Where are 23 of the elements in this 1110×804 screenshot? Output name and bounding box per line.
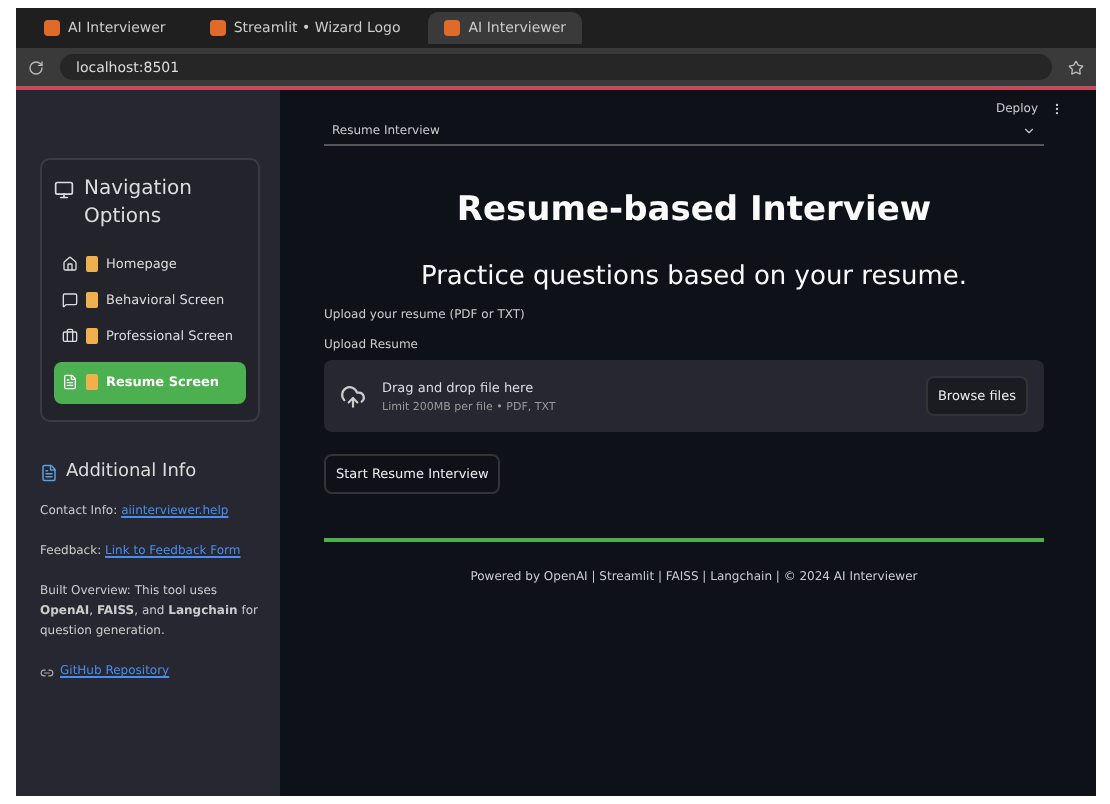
chevron-down-icon — [1022, 123, 1036, 137]
page-icon — [86, 374, 98, 390]
page-icon — [86, 256, 98, 272]
briefcase-icon — [62, 328, 78, 344]
menu-icon[interactable] — [1050, 102, 1064, 116]
info-icon — [40, 463, 58, 481]
reload-icon[interactable] — [28, 59, 44, 75]
monitor-icon — [54, 180, 74, 200]
page-title: Resume-based Interview — [454, 190, 934, 230]
link-icon — [40, 665, 54, 679]
favicon-icon — [209, 20, 226, 36]
favicon-icon — [44, 20, 60, 36]
cloud-upload-icon — [340, 383, 366, 409]
page-icon — [86, 328, 98, 344]
star-icon[interactable] — [1068, 59, 1084, 75]
house-icon — [62, 256, 78, 272]
page-subtitle: Practice questions based on your resume. — [418, 262, 970, 292]
info-title: Additional Info — [66, 462, 197, 482]
document-icon — [62, 374, 78, 390]
favicon-icon — [444, 20, 461, 36]
page-icon — [86, 292, 98, 308]
chat-icon — [62, 292, 78, 308]
navigation-title: Navigation Options — [84, 176, 194, 232]
